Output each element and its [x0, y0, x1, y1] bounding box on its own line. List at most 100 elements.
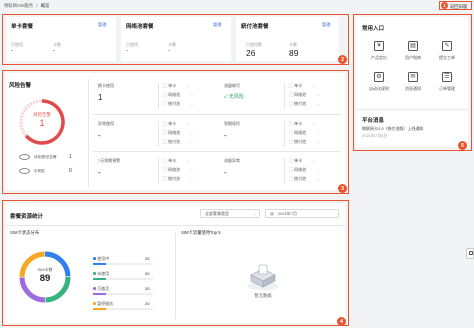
- risk-cell[interactable]: 流量耗尽 ✓ 无风险 ▢ 单卡 - ▢ 网络池 - ▢ 統付池 -: [224, 81, 344, 113]
- chevron-down-icon: ⌄: [252, 211, 256, 216]
- legend-item: 未使用: [93, 271, 109, 277]
- medium-risk-icon: [19, 168, 30, 174]
- pool-package-cards-value: -: [168, 48, 170, 54]
- risk-cell[interactable]: 7天到期预警 - ▢ 单卡 - ▢ 网络池 - ▢ 統付池 -: [98, 156, 218, 188]
- single-package-title: 单卡套餐: [11, 24, 34, 30]
- risk-cell-item-value: -: [316, 167, 319, 172]
- risk-cell[interactable]: 到期续约 - ▢ 单卡 - ▢ 网络池 - ▢ 統付池 -: [224, 119, 344, 151]
- top5-title: SIM卡流量使用Top 5: [181, 230, 221, 235]
- annotation-badge-5: 5: [458, 141, 467, 150]
- risk-cell-item: ▢ 网络池 -: [163, 92, 193, 98]
- legend-progress-fill: [93, 308, 107, 310]
- risk-cell-item-label: 网络池: [294, 92, 307, 97]
- risk-cell-item-label: 統付池: [168, 101, 181, 106]
- risk-cell-item: ▢ 网络池 -: [289, 167, 319, 173]
- pending-alert-value: 1: [69, 154, 72, 160]
- risk-cell-item-value: -: [190, 130, 193, 135]
- risk-cell-title: 换卡使用: [98, 83, 114, 88]
- risk-alert-title: 风险告警: [9, 83, 32, 89]
- risk-cell-item-label: 单卡: [294, 158, 303, 163]
- risk-cell-item-value: -: [190, 176, 193, 181]
- price-tag-icon: ¥: [374, 41, 384, 51]
- risk-cell-item: ▢ 单卡 -: [289, 158, 315, 164]
- common-entry-label: 产品定价: [371, 55, 387, 60]
- common-entry-title: 常用入口: [362, 26, 385, 32]
- legend-value: 20: [145, 301, 150, 306]
- breadcrumb: 物联网SIM服务 / 概览: [4, 3, 49, 9]
- stats-title: 套餐资源统计: [10, 214, 44, 220]
- bank-package-manage-link[interactable]: 管理: [322, 22, 330, 28]
- common-entry-item[interactable]: ✉ 消息通知: [398, 70, 428, 96]
- bank-package-card: 統付池套餐 管理 已使用数 卡数 26 89: [236, 17, 339, 61]
- risk-cell-title: 到期续约: [224, 121, 240, 126]
- common-entry-label: 订单管理: [439, 86, 455, 91]
- sim-status-title: SIM卡状态分布: [10, 230, 40, 235]
- legend-progress-track: [93, 263, 153, 265]
- common-entry-item[interactable]: ▤ 用户指南: [398, 39, 428, 65]
- risk-row-divider-2: [93, 151, 341, 152]
- package-cards-region: 单卡套餐 管理 已使用 卡数 - - 网络池套餐 管理 已使用 卡数 - - 統…: [2, 14, 349, 65]
- legend-label: 未使用: [97, 271, 110, 276]
- pool-package-card: 网络池套餐 管理 已使用 卡数 - -: [121, 17, 231, 61]
- legend-dot-icon: [93, 257, 96, 260]
- legend-progress-track: [93, 278, 153, 280]
- bank-package-title: 統付池套餐: [241, 24, 269, 30]
- medium-risk-label: 中风险: [34, 169, 45, 173]
- risk-cell-item-value: -: [190, 101, 193, 106]
- risk-cell-item: ▢ 統付池 -: [289, 139, 319, 145]
- risk-cell-divider: [284, 158, 285, 184]
- risk-cell-divider: [158, 83, 159, 109]
- risk-cell-item-value: -: [190, 139, 193, 144]
- ticket-icon: ✎: [442, 41, 452, 51]
- pending-alert-label: 待处理/总告警: [34, 155, 57, 159]
- risk-cell-item-label: 統付池: [168, 139, 181, 144]
- common-entry-item[interactable]: ✎ 提交工单: [432, 39, 462, 65]
- stats-region: 套餐资源统计 全部套餐类型 ⌄ ▦ 2021年7月 SIM卡状态分布 SIM卡数…: [2, 200, 349, 326]
- legend-dot-icon: [93, 272, 96, 275]
- risk-cell[interactable]: 异常使用 - ▢ 单卡 - ▢ 网络池 - ▢ 統付池 -: [98, 119, 218, 151]
- common-entry-label: 提交工单: [439, 55, 455, 60]
- package-type-select[interactable]: 全部套餐类型 ⌄: [200, 209, 260, 218]
- risk-cell-item-label: 統付池: [294, 176, 307, 181]
- feedback-float-button[interactable]: [466, 248, 474, 259]
- legend-value: 20: [145, 271, 150, 276]
- risk-cell-item-label: 网络池: [168, 130, 181, 135]
- risk-cell-item: ▢ 单卡 -: [289, 121, 315, 127]
- risk-cell-value: -: [98, 168, 101, 177]
- legend-value: 20: [145, 256, 150, 261]
- risk-cell-item-label: 网络池: [168, 167, 181, 172]
- risk-cell-item-value: -: [316, 130, 319, 135]
- pool-package-used-value: -: [126, 48, 128, 54]
- risk-cell-value-text: 无风险: [228, 94, 244, 100]
- risk-cell-divider: [284, 83, 285, 109]
- single-package-cards-value: -: [53, 48, 55, 54]
- risk-cell-item-value: -: [190, 167, 193, 172]
- risk-gauge-value: 1: [39, 118, 45, 128]
- message-icon: ✉: [408, 72, 418, 82]
- legend-value: 20: [145, 286, 150, 291]
- return-old-version-button[interactable]: 1 返回旧版: [439, 1, 472, 10]
- legend-progress-fill: [93, 293, 107, 295]
- breadcrumb-root[interactable]: 物联网SIM服务: [4, 3, 33, 8]
- risk-cell-item: ▢ 单卡 -: [163, 158, 189, 164]
- platform-news-link[interactable]: 物联网卡2.0（统付池版）上线通知: [362, 126, 424, 132]
- pool-package-manage-link[interactable]: 管理: [213, 22, 221, 28]
- risk-cell-item: ▢ 网络池 -: [163, 167, 193, 173]
- month-picker-value: 2021年7月: [277, 211, 298, 216]
- common-entry-item[interactable]: ☰ 订单管理: [432, 70, 462, 96]
- risk-cell-item-label: 单卡: [294, 121, 303, 126]
- bank-package-cards-value: 89: [289, 48, 299, 58]
- stats-header-divider: [5, 225, 345, 226]
- single-package-manage-link[interactable]: 管理: [98, 22, 106, 28]
- risk-cell-item-label: 单卡: [168, 158, 177, 163]
- risk-cell[interactable]: 流量异常 - ▢ 单卡 - ▢ 网络池 - ▢ 統付池 -: [224, 156, 344, 188]
- month-picker[interactable]: ▦ 2021年7月: [265, 209, 339, 218]
- risk-alert-region: 风险告警 风险告警 1 待处理/总告警 1 中风险 0 换卡使用 1 ▢ 单卡 - ▢…: [2, 70, 349, 194]
- risk-cell-item-label: 单卡: [168, 121, 177, 126]
- risk-cell-item: ▢ 統付池 -: [163, 139, 193, 145]
- common-entry-item[interactable]: ⚙ 自动化规则: [364, 70, 394, 96]
- risk-cell-item: ▢ 統付池 -: [163, 101, 193, 107]
- risk-cell-item-label: 单卡: [168, 83, 177, 88]
- risk-cell[interactable]: 换卡使用 1 ▢ 单卡 - ▢ 网络池 - ▢ 統付池 -: [98, 81, 218, 113]
- common-entry-item[interactable]: ¥ 产品定价: [364, 39, 394, 65]
